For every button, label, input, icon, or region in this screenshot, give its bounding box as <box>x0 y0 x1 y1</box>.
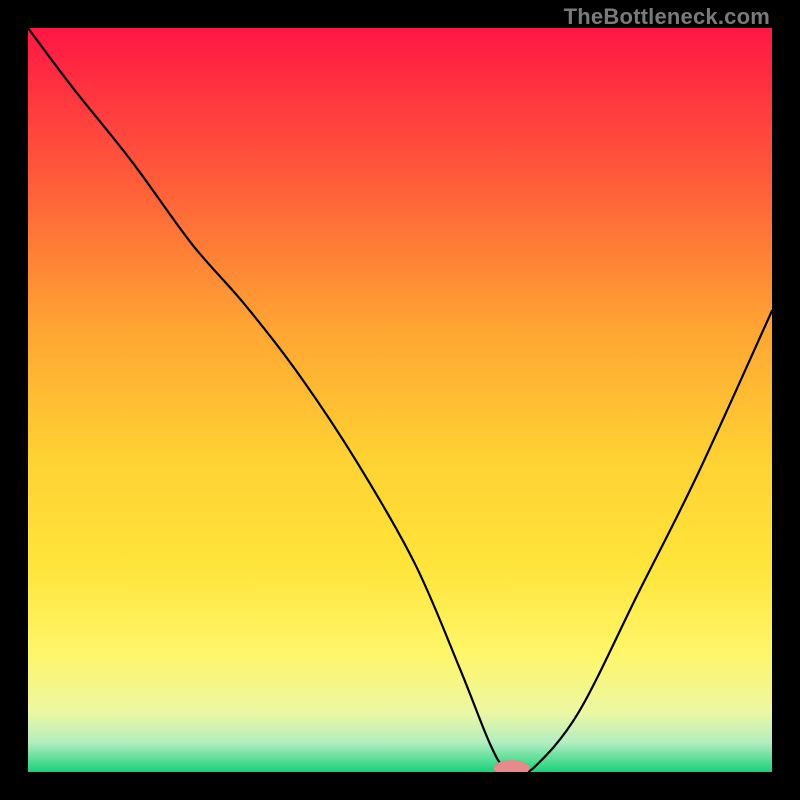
gradient-background <box>28 28 772 772</box>
plot-area <box>28 28 772 772</box>
bottleneck-plot-svg <box>28 28 772 772</box>
attribution-label: TheBottleneck.com <box>564 4 770 30</box>
chart-frame: TheBottleneck.com <box>0 0 800 800</box>
